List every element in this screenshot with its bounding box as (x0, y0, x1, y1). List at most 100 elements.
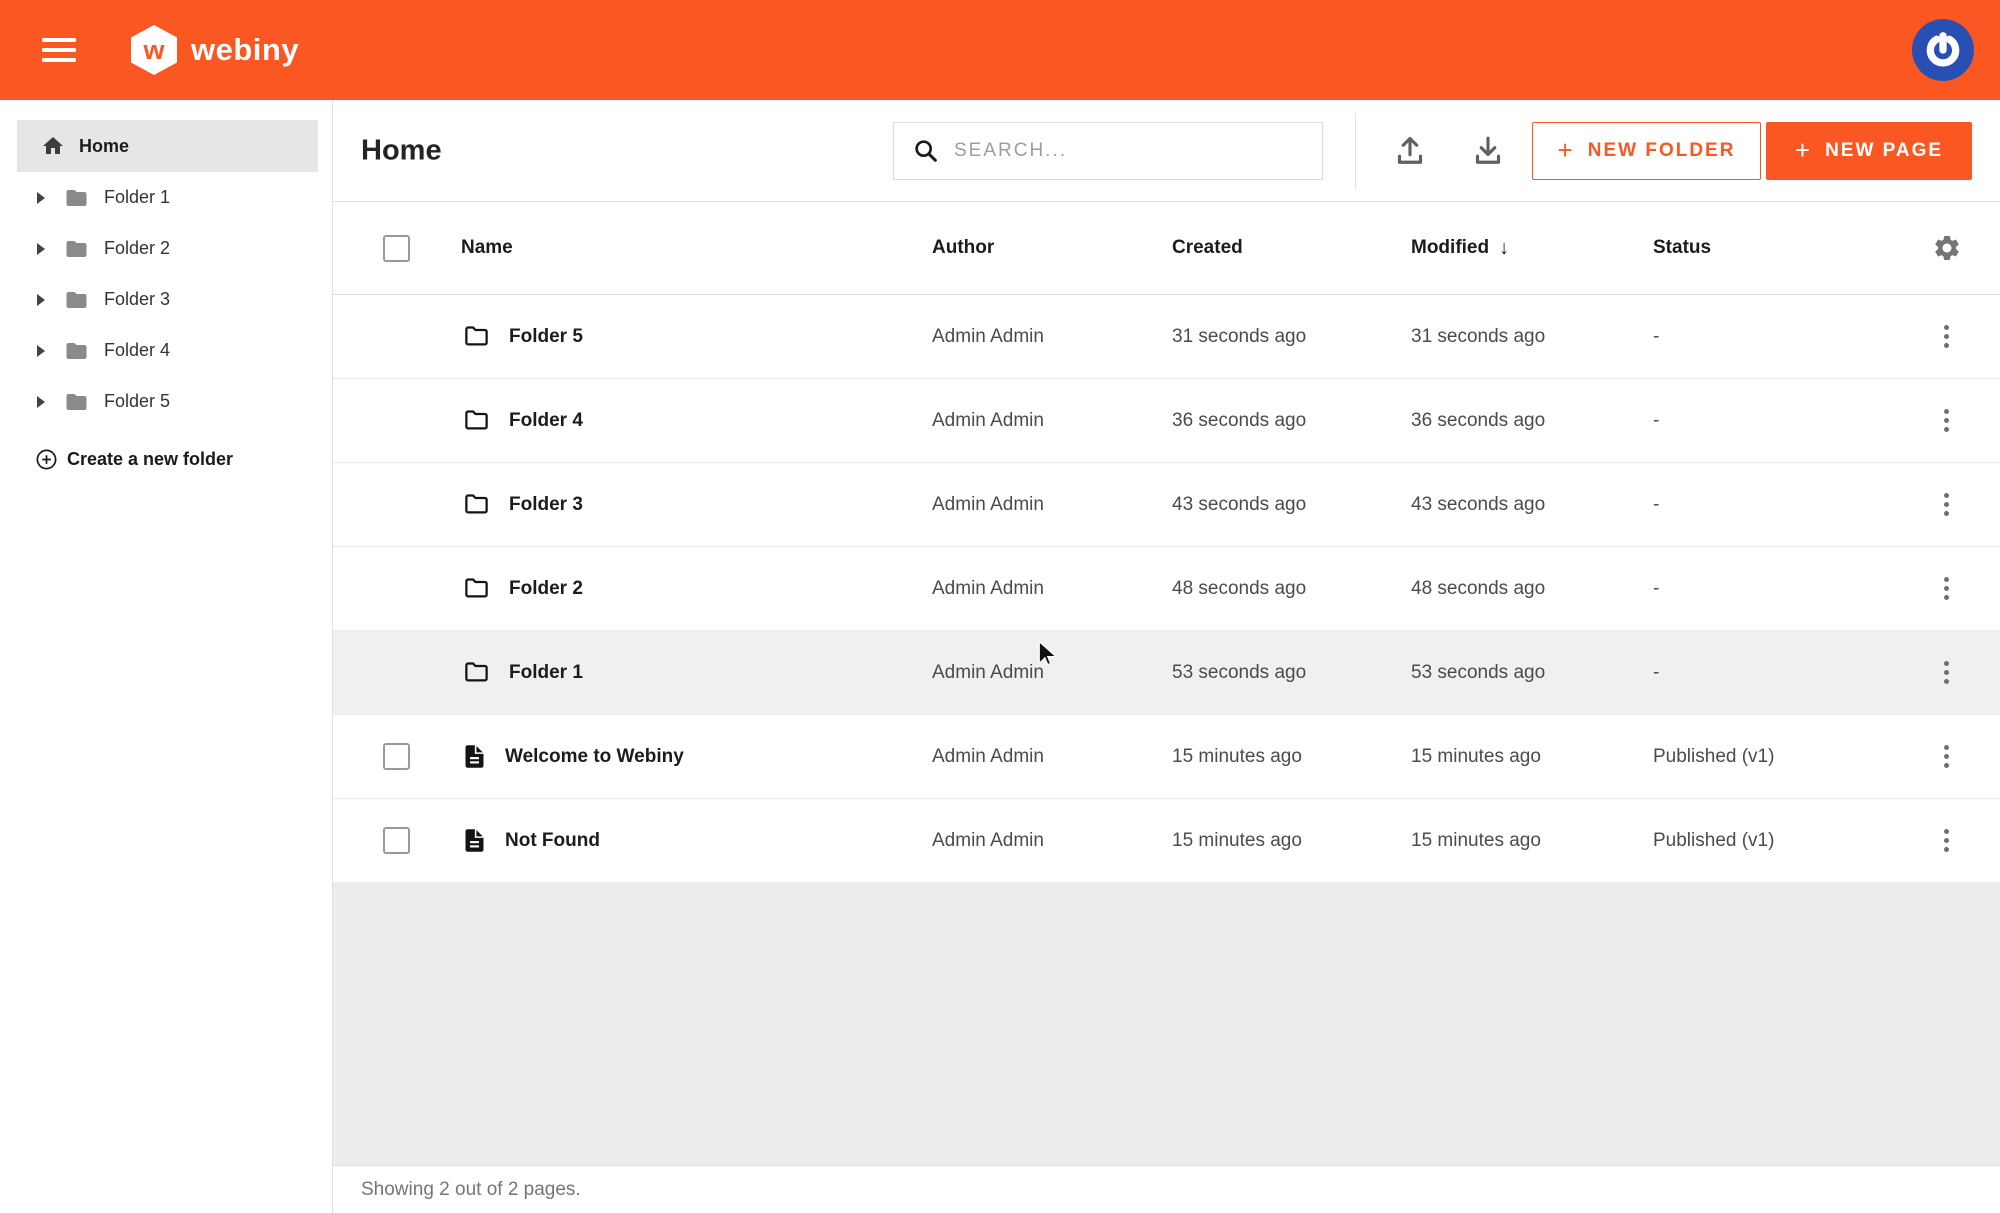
column-header-modified[interactable]: Modified ↓ (1411, 237, 1653, 260)
sidebar-item-home[interactable]: Home (17, 120, 318, 172)
row-title: Folder 4 (509, 410, 583, 432)
gravatar-icon (1923, 30, 1963, 70)
row-created: 36 seconds ago (1172, 410, 1411, 432)
kebab-icon (1944, 829, 1949, 852)
export-download-button[interactable] (1463, 126, 1513, 176)
caret-right-icon[interactable] (37, 345, 45, 357)
modified-label: Modified (1411, 237, 1489, 259)
folder-icon (461, 659, 492, 686)
sidebar-folder-item[interactable]: Folder 1 (0, 172, 332, 223)
table-row[interactable]: Folder 2 Admin Admin 48 seconds ago 48 s… (333, 547, 2000, 631)
sidebar-folder-item[interactable]: Folder 4 (0, 325, 332, 376)
row-status: Published (v1) (1653, 830, 1893, 852)
pagination-summary: Showing 2 out of 2 pages. (361, 1179, 581, 1201)
row-title: Folder 2 (509, 578, 583, 600)
row-modified: 15 minutes ago (1411, 746, 1653, 768)
sidebar-folder-item[interactable]: Folder 3 (0, 274, 332, 325)
column-header-name[interactable]: Name (461, 237, 932, 259)
row-menu-button[interactable] (1925, 399, 1969, 443)
row-author: Admin Admin (932, 662, 1172, 684)
row-modified: 43 seconds ago (1411, 494, 1653, 516)
new-page-button[interactable]: + NEW PAGE (1766, 122, 1972, 180)
table-row[interactable]: Folder 1 Admin Admin 53 seconds ago 53 s… (333, 631, 2000, 715)
import-upload-button[interactable] (1385, 126, 1435, 176)
row-menu-button[interactable] (1925, 735, 1969, 779)
user-avatar[interactable] (1912, 19, 1974, 81)
table-footer: Showing 2 out of 2 pages. (333, 1165, 2000, 1213)
search-input[interactable] (954, 123, 1322, 179)
main-content: Home (333, 100, 2000, 1213)
sidebar-folder-item[interactable]: Folder 5 (0, 376, 332, 427)
row-author: Admin Admin (932, 830, 1172, 852)
sidebar-folder-label: Folder 3 (104, 289, 170, 310)
row-checkbox[interactable] (383, 827, 410, 854)
row-menu-button[interactable] (1925, 567, 1969, 611)
kebab-icon (1944, 325, 1949, 348)
sort-descending-icon: ↓ (1499, 237, 1509, 260)
webiny-hexagon-icon: w (131, 25, 177, 75)
row-modified: 31 seconds ago (1411, 326, 1653, 348)
row-title: Folder 5 (509, 326, 583, 348)
brand-wordmark: webiny (191, 32, 299, 68)
download-icon (1470, 133, 1506, 169)
create-new-folder-button[interactable]: Create a new folder (0, 439, 332, 479)
row-menu-button[interactable] (1925, 315, 1969, 359)
row-modified: 15 minutes ago (1411, 830, 1653, 852)
page-title: Home (361, 134, 442, 167)
content-toolbar: Home (333, 100, 2000, 202)
table-row[interactable]: Welcome to Webiny Admin Admin 15 minutes… (333, 715, 2000, 799)
row-status: Published (v1) (1653, 746, 1893, 768)
folder-tree: Folder 1 Folder 2 Folder 3 Folder 4 (0, 172, 332, 427)
row-created: 31 seconds ago (1172, 326, 1411, 348)
row-title: Welcome to Webiny (505, 746, 684, 768)
home-icon (41, 134, 65, 158)
row-menu-button[interactable] (1925, 651, 1969, 695)
row-menu-button[interactable] (1925, 819, 1969, 863)
plus-circle-icon (35, 448, 58, 471)
folder-icon (461, 575, 492, 602)
sidebar-folder-label: Folder 4 (104, 340, 170, 361)
folder-icon (63, 186, 90, 210)
sidebar-folder-item[interactable]: Folder 2 (0, 223, 332, 274)
table-row[interactable]: Folder 3 Admin Admin 43 seconds ago 43 s… (333, 463, 2000, 547)
caret-right-icon[interactable] (37, 243, 45, 255)
row-author: Admin Admin (932, 494, 1172, 516)
webiny-logo[interactable]: w webiny (131, 25, 299, 75)
table-row[interactable]: Not Found Admin Admin 15 minutes ago 15 … (333, 799, 2000, 883)
new-folder-button[interactable]: + NEW FOLDER (1532, 122, 1761, 180)
folder-icon (461, 407, 492, 434)
row-created: 53 seconds ago (1172, 662, 1411, 684)
column-header-created[interactable]: Created (1172, 237, 1411, 259)
row-menu-button[interactable] (1925, 483, 1969, 527)
row-status: - (1653, 326, 1893, 348)
hamburger-menu-icon[interactable] (42, 38, 76, 62)
row-status: - (1653, 662, 1893, 684)
kebab-icon (1944, 745, 1949, 768)
select-all-checkbox[interactable] (383, 235, 410, 262)
row-created: 15 minutes ago (1172, 746, 1411, 768)
table-row[interactable]: Folder 4 Admin Admin 36 seconds ago 36 s… (333, 379, 2000, 463)
document-icon (461, 742, 488, 771)
sidebar-folder-label: Folder 5 (104, 391, 170, 412)
row-modified: 53 seconds ago (1411, 662, 1653, 684)
table-row[interactable]: Folder 5 Admin Admin 31 seconds ago 31 s… (333, 295, 2000, 379)
row-author: Admin Admin (932, 410, 1172, 432)
row-checkbox[interactable] (383, 743, 410, 770)
row-status: - (1653, 494, 1893, 516)
caret-right-icon[interactable] (37, 294, 45, 306)
caret-right-icon[interactable] (37, 192, 45, 204)
column-header-status: Status (1653, 237, 1893, 259)
plus-icon: + (1558, 137, 1575, 163)
column-header-author[interactable]: Author (932, 237, 1172, 259)
row-author: Admin Admin (932, 746, 1172, 768)
kebab-icon (1944, 409, 1949, 432)
new-folder-label: NEW FOLDER (1588, 140, 1736, 162)
caret-right-icon[interactable] (37, 396, 45, 408)
upload-icon (1392, 133, 1428, 169)
app-header: w webiny (0, 0, 2000, 100)
sidebar-folder-label: Folder 2 (104, 238, 170, 259)
row-created: 15 minutes ago (1172, 830, 1411, 852)
table-settings-button[interactable] (1925, 226, 1969, 270)
search-box (893, 122, 1323, 180)
new-page-label: NEW PAGE (1825, 140, 1943, 162)
